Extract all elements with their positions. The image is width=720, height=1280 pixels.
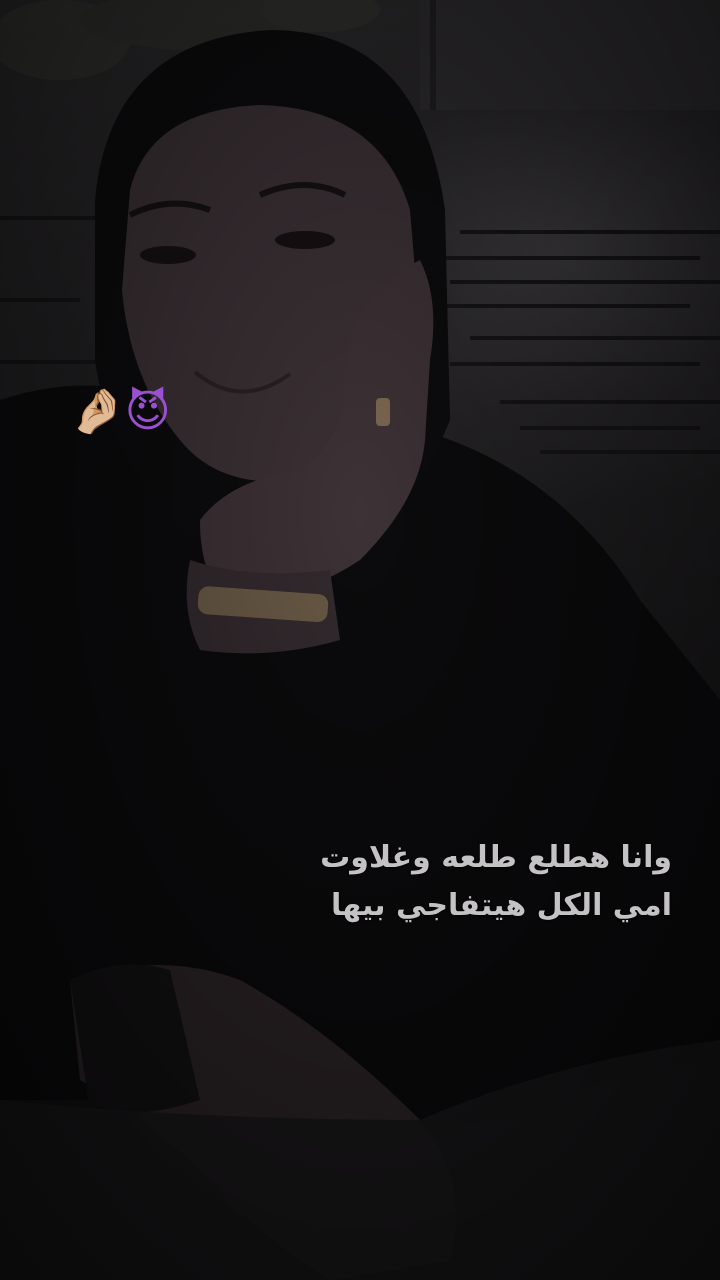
caption-line-2: امي الكل هيتفاجي بيها [330,888,672,923]
photo-illustration [0,0,720,1280]
emoji-sticker: 🤌🏼😈 [70,384,171,440]
smiling-devil-icon: 😈 [124,386,171,437]
story-frame: 🤌🏼😈 وانا هطلع طلعه وغلاوت امي الكل هيتفا… [0,0,720,1280]
story-caption: وانا هطلع طلعه وغلاوت امي الكل هيتفاجي ب… [252,834,672,930]
caption-line-1: وانا هطلع طلعه وغلاوت [320,840,672,875]
pinched-fingers-icon: 🤌🏼 [70,386,125,437]
